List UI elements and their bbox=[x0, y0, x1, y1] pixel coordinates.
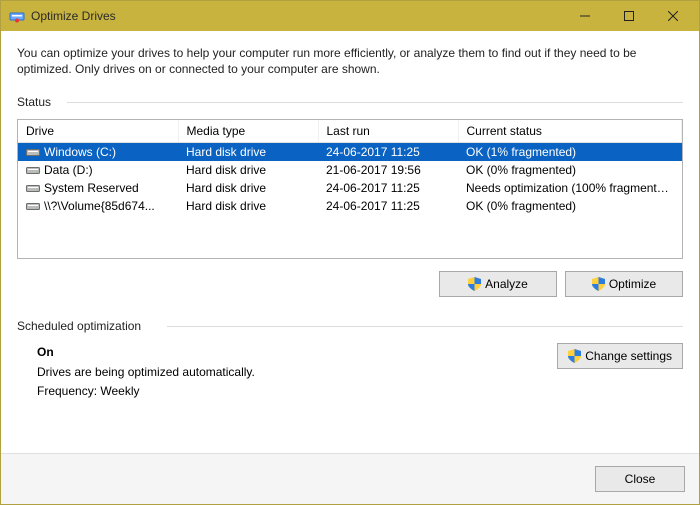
minimize-button[interactable] bbox=[563, 1, 607, 31]
titlebar: Optimize Drives bbox=[1, 1, 699, 31]
cell-last: 24-06-2017 11:25 bbox=[318, 143, 458, 162]
scheduled-label-text: Scheduled optimization bbox=[17, 319, 141, 333]
cell-media: Hard disk drive bbox=[178, 179, 318, 197]
drive-list[interactable]: Drive Media type Last run Current status… bbox=[17, 119, 683, 259]
scheduled-section: Scheduled optimization On Drives are bei… bbox=[17, 319, 683, 401]
scheduled-desc: Drives are being optimized automatically… bbox=[37, 363, 557, 382]
window-title: Optimize Drives bbox=[31, 9, 563, 23]
change-settings-button[interactable]: Change settings bbox=[557, 343, 683, 369]
drive-icon bbox=[26, 200, 40, 210]
maximize-button[interactable] bbox=[607, 1, 651, 31]
analyze-label: Analyze bbox=[485, 277, 528, 291]
table-row[interactable]: Windows (C:)Hard disk drive24-06-2017 11… bbox=[18, 143, 682, 162]
scheduled-body: On Drives are being optimized automatica… bbox=[17, 343, 683, 401]
status-section-label: Status bbox=[17, 95, 683, 109]
close-dialog-button[interactable]: Close bbox=[595, 466, 685, 492]
cell-drive: Data (D:) bbox=[18, 161, 178, 179]
cell-status: OK (1% fragmented) bbox=[458, 143, 682, 162]
close-label: Close bbox=[625, 472, 656, 486]
cell-last: 21-06-2017 19:56 bbox=[318, 161, 458, 179]
cell-status: Needs optimization (100% fragmented) bbox=[458, 179, 682, 197]
optimize-label: Optimize bbox=[609, 277, 656, 291]
analyze-button[interactable]: Analyze bbox=[439, 271, 557, 297]
table-row[interactable]: System ReservedHard disk drive24-06-2017… bbox=[18, 179, 682, 197]
cell-drive: \\?\Volume{85d674... bbox=[18, 197, 178, 215]
change-settings-label: Change settings bbox=[585, 349, 672, 363]
col-status[interactable]: Current status bbox=[458, 120, 682, 143]
footer: Close bbox=[1, 453, 699, 504]
drive-icon bbox=[26, 182, 40, 192]
table-row[interactable]: Data (D:)Hard disk drive21-06-2017 19:56… bbox=[18, 161, 682, 179]
app-icon bbox=[9, 8, 25, 24]
shield-icon bbox=[592, 277, 605, 291]
shield-icon bbox=[468, 277, 481, 291]
drive-table-header: Drive Media type Last run Current status bbox=[18, 120, 682, 143]
scheduled-freq: Frequency: Weekly bbox=[37, 382, 557, 401]
drive-icon bbox=[26, 164, 40, 174]
optimize-drives-window: Optimize Drives You can optimize your dr… bbox=[0, 0, 700, 505]
col-drive[interactable]: Drive bbox=[18, 120, 178, 143]
cell-media: Hard disk drive bbox=[178, 143, 318, 162]
cell-media: Hard disk drive bbox=[178, 161, 318, 179]
cell-media: Hard disk drive bbox=[178, 197, 318, 215]
scheduled-state: On bbox=[37, 343, 557, 362]
cell-last: 24-06-2017 11:25 bbox=[318, 197, 458, 215]
cell-drive: System Reserved bbox=[18, 179, 178, 197]
close-button[interactable] bbox=[651, 1, 695, 31]
optimize-button[interactable]: Optimize bbox=[565, 271, 683, 297]
status-button-row: Analyze Optimize bbox=[17, 271, 683, 297]
cell-status: OK (0% fragmented) bbox=[458, 161, 682, 179]
cell-drive: Windows (C:) bbox=[18, 143, 178, 162]
intro-text: You can optimize your drives to help you… bbox=[17, 45, 683, 77]
status-label-text: Status bbox=[17, 95, 51, 109]
content-area: You can optimize your drives to help you… bbox=[1, 31, 699, 453]
drive-icon bbox=[26, 146, 40, 156]
table-row[interactable]: \\?\Volume{85d674...Hard disk drive24-06… bbox=[18, 197, 682, 215]
col-last[interactable]: Last run bbox=[318, 120, 458, 143]
col-media[interactable]: Media type bbox=[178, 120, 318, 143]
window-controls bbox=[563, 1, 695, 31]
scheduled-section-label: Scheduled optimization bbox=[17, 319, 683, 333]
scheduled-text: On Drives are being optimized automatica… bbox=[37, 343, 557, 401]
cell-last: 24-06-2017 11:25 bbox=[318, 179, 458, 197]
cell-status: OK (0% fragmented) bbox=[458, 197, 682, 215]
drive-table: Drive Media type Last run Current status… bbox=[18, 120, 682, 215]
shield-icon bbox=[568, 349, 581, 363]
